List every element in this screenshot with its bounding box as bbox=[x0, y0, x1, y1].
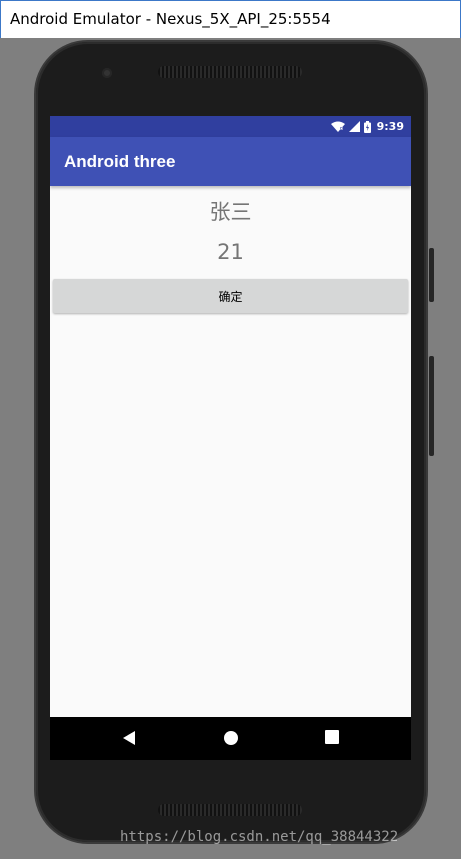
status-time: 9:39 bbox=[376, 120, 404, 133]
back-icon[interactable] bbox=[122, 730, 136, 746]
home-icon[interactable] bbox=[223, 730, 239, 746]
navigation-bar bbox=[50, 717, 411, 760]
volume-button[interactable] bbox=[429, 248, 434, 302]
watermark: https://blog.csdn.net/qq_38844322 bbox=[120, 829, 399, 845]
front-camera bbox=[102, 68, 112, 78]
app-title: Android three bbox=[64, 152, 176, 171]
recents-icon[interactable] bbox=[325, 730, 339, 744]
bottom-speaker bbox=[158, 804, 302, 816]
window-title-bar: Android Emulator - Nexus_5X_API_25:5554 bbox=[0, 0, 461, 38]
wifi-icon bbox=[330, 121, 345, 132]
top-speaker bbox=[158, 66, 302, 78]
status-bar: 9:39 bbox=[50, 116, 411, 137]
window-title: Android Emulator - Nexus_5X_API_25:5554 bbox=[10, 10, 331, 28]
main-content: 张三 21 确定 bbox=[50, 186, 411, 717]
signal-icon bbox=[348, 121, 360, 132]
power-button[interactable] bbox=[429, 356, 434, 456]
age-text: 21 bbox=[217, 240, 244, 264]
device-screen: 9:39 Android three 张三 21 确定 bbox=[50, 116, 411, 760]
name-text: 张三 bbox=[209, 200, 252, 224]
battery-icon bbox=[363, 120, 371, 133]
app-bar: Android three bbox=[50, 137, 411, 186]
confirm-button[interactable]: 确定 bbox=[53, 279, 408, 313]
